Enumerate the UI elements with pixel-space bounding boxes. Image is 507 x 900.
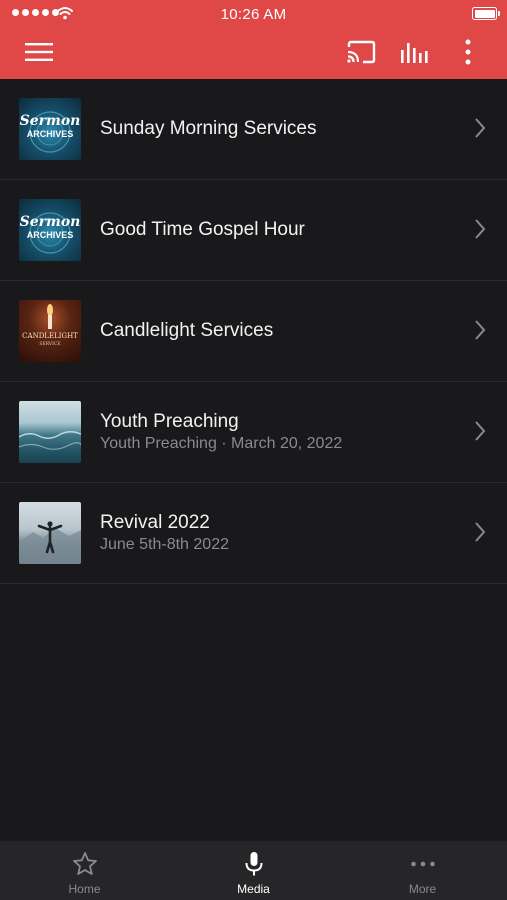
thumb-text-2: ARCHIVES [27, 230, 74, 240]
thumb-text-2: ARCHIVES [27, 129, 74, 139]
cast-icon[interactable] [345, 36, 377, 68]
list-item[interactable]: CANDLELIGHT SERVICE Candlelight Services [0, 281, 507, 382]
thumb-text-1: Sermon [20, 214, 81, 230]
sermon-archives-thumbnail: Sermon ARCHIVES [19, 98, 81, 160]
star-icon [71, 851, 99, 877]
equalizer-icon[interactable] [399, 36, 431, 68]
microphone-icon [240, 851, 268, 877]
list-item[interactable]: Sermon ARCHIVES Sunday Morning Services [0, 79, 507, 180]
chevron-right-icon [475, 118, 486, 138]
chevron-right-icon [475, 219, 486, 239]
list-item[interactable]: Revival 2022 June 5th-8th 2022 [0, 483, 507, 584]
chevron-right-icon [475, 522, 486, 542]
chevron-right-icon [475, 421, 486, 441]
tab-label: More [408, 882, 437, 896]
horizontal-dots-icon [409, 851, 437, 877]
thumb-text-2: SERVICE [39, 341, 60, 347]
tab-label: Home [68, 882, 101, 896]
tab-bar: Home Media More [0, 840, 507, 900]
list-item-title: Sunday Morning Services [100, 118, 317, 139]
tab-media[interactable]: Media [169, 841, 338, 900]
thumb-text-1: CANDLELIGHT [22, 332, 78, 340]
list-item-title: Good Time Gospel Hour [100, 219, 305, 240]
mountain-person-thumbnail [19, 502, 81, 564]
list-item-title: Revival 2022 [100, 512, 210, 533]
list-item[interactable]: Youth Preaching Youth Preaching · March … [0, 382, 507, 483]
app-header: 10:26 AM [0, 0, 507, 79]
media-list: Sermon ARCHIVES Sunday Morning Services … [0, 79, 507, 584]
tab-label: Media [237, 882, 270, 896]
ocean-waves-thumbnail [19, 401, 81, 463]
sermon-archives-thumbnail: Sermon ARCHIVES [19, 199, 81, 261]
list-item-title: Candlelight Services [100, 320, 274, 341]
candlelight-thumbnail: CANDLELIGHT SERVICE [19, 300, 81, 362]
tab-more[interactable]: More [338, 841, 507, 900]
status-bar: 10:26 AM [0, 0, 507, 28]
list-item[interactable]: Sermon ARCHIVES Good Time Gospel Hour [0, 180, 507, 281]
battery-icon [472, 7, 500, 20]
list-item-subtitle: June 5th-8th 2022 [100, 536, 229, 553]
status-time: 10:26 AM [220, 6, 287, 23]
vertical-dots-icon[interactable] [452, 36, 484, 68]
thumb-text-1: Sermon [20, 113, 81, 129]
hamburger-menu-icon[interactable] [23, 36, 55, 68]
list-item-title: Youth Preaching [100, 411, 239, 432]
chevron-right-icon [475, 320, 486, 340]
tab-home[interactable]: Home [0, 841, 169, 900]
list-item-subtitle: Youth Preaching · March 20, 2022 [100, 435, 343, 452]
